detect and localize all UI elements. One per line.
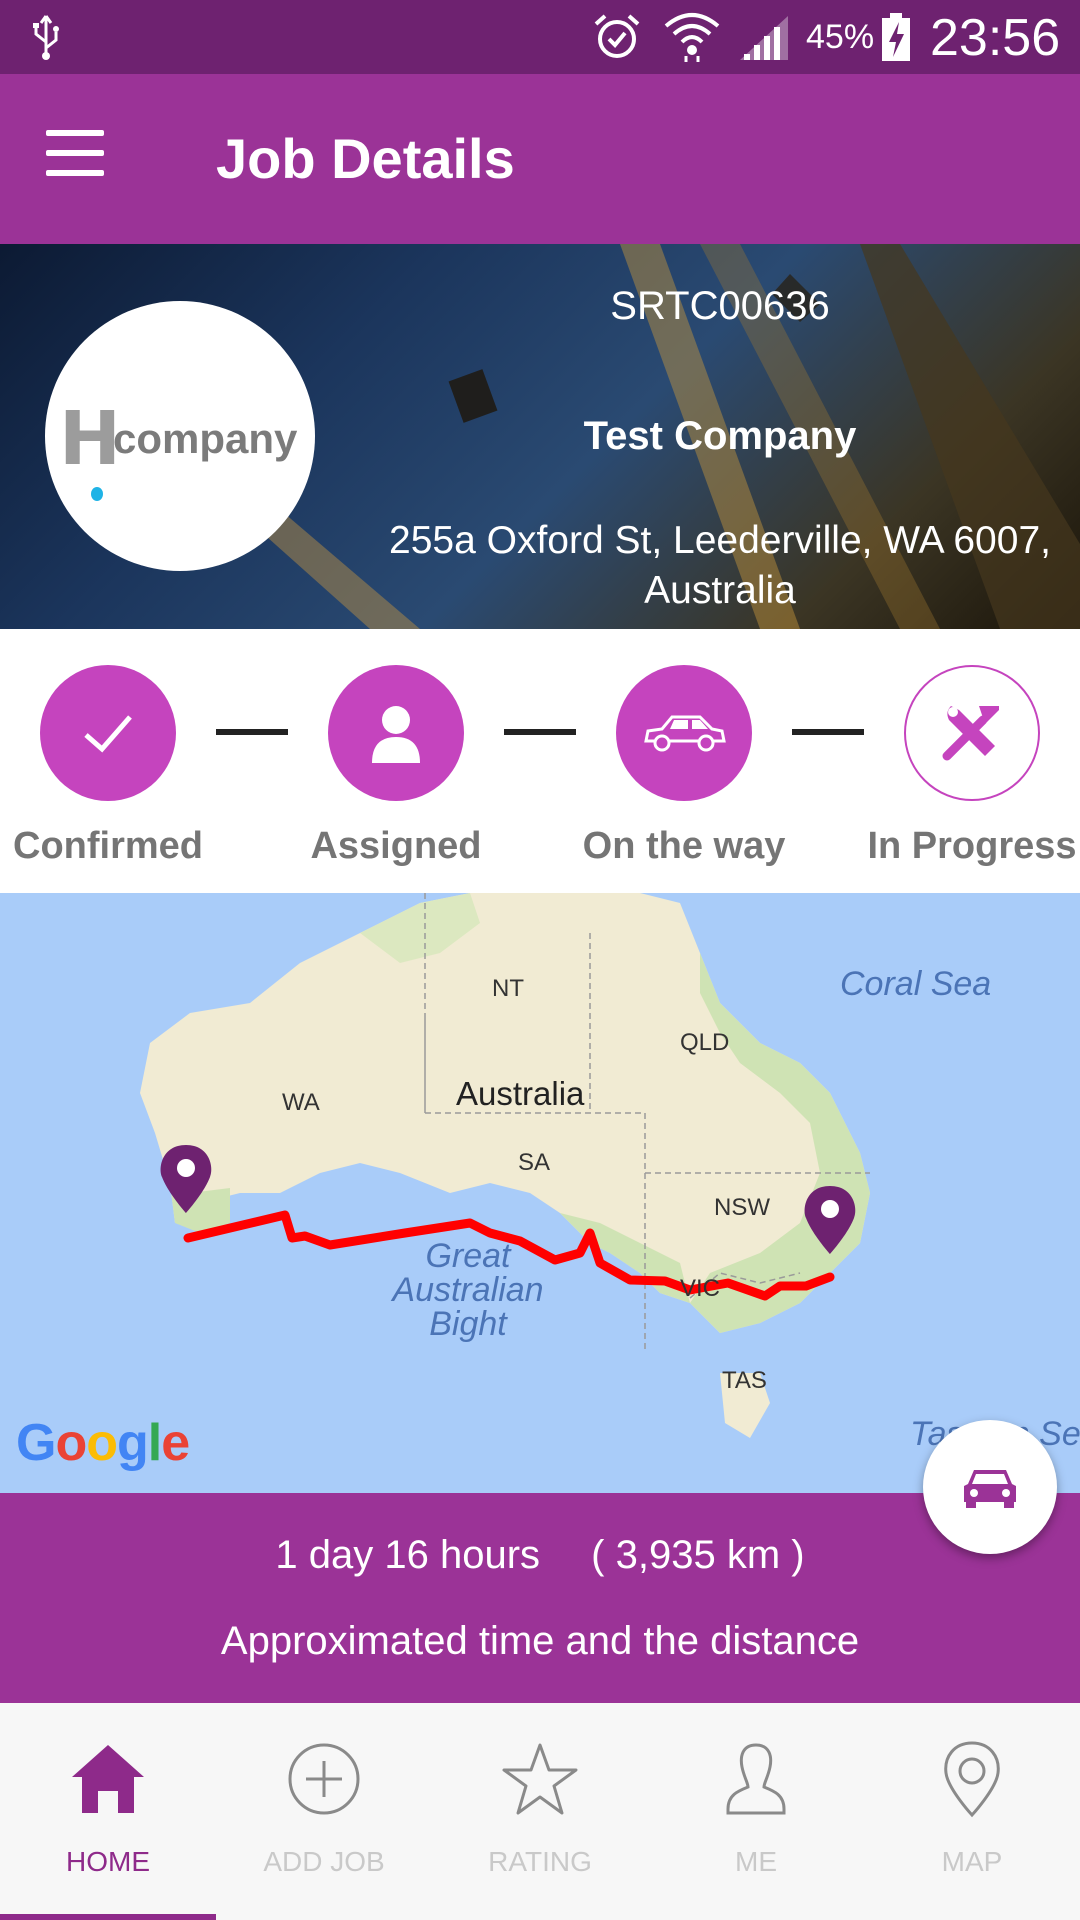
nav-add-job[interactable]: ADD JOB bbox=[216, 1739, 432, 1878]
nav-label: MAP bbox=[941, 1846, 1003, 1877]
alarm-icon bbox=[594, 14, 640, 58]
step-confirmed: Confirmed bbox=[0, 665, 228, 868]
app-bar: Job Details bbox=[0, 74, 1080, 244]
hamburger-menu-icon[interactable] bbox=[46, 130, 122, 188]
car-icon bbox=[964, 1470, 1016, 1508]
step-circle bbox=[328, 665, 464, 801]
person-icon bbox=[372, 706, 420, 763]
logo-letter: H bbox=[59, 396, 121, 482]
map-label-nsw: NSW bbox=[714, 1194, 770, 1221]
map-pin-icon bbox=[944, 1741, 1000, 1818]
nav-label: HOME bbox=[66, 1846, 150, 1877]
job-header-banner: H company SRTC00636 Test Company 255a Ox… bbox=[0, 244, 1080, 629]
signal-icon bbox=[740, 16, 788, 60]
step-label: Assigned bbox=[310, 825, 482, 867]
google-logo: Google bbox=[16, 1414, 190, 1472]
job-address: 255a Oxford St, Leederville, WA 6007, Au… bbox=[389, 519, 1051, 612]
step-circle bbox=[40, 665, 176, 801]
water-drop-icon bbox=[91, 487, 103, 501]
route-map[interactable]: NT QLD Australia WA SA NSW VIC TAS Coral… bbox=[0, 893, 1080, 1493]
nav-label: ME bbox=[735, 1846, 777, 1877]
map-label-vic: VIC bbox=[680, 1275, 721, 1302]
usb-icon bbox=[33, 15, 59, 60]
add-circle-icon bbox=[288, 1743, 360, 1815]
nav-home[interactable]: HOME bbox=[0, 1739, 216, 1878]
profile-icon bbox=[726, 1743, 786, 1815]
job-progress-steps: Confirmed Assigned On the way In Progres… bbox=[0, 629, 1080, 893]
step-label: Confirmed bbox=[13, 825, 203, 867]
clock: 23:56 bbox=[930, 9, 1061, 67]
map-label-bight: Great Australian Bight bbox=[392, 1237, 544, 1343]
step-circle bbox=[904, 665, 1040, 801]
nav-label: ADD JOB bbox=[263, 1846, 385, 1877]
map-label-tas: TAS bbox=[722, 1367, 767, 1394]
status-bar: 45% 23:56 bbox=[0, 0, 1080, 74]
step-assigned: Assigned bbox=[276, 665, 516, 868]
nav-map[interactable]: MAP bbox=[864, 1739, 1080, 1878]
map-label-sa: SA bbox=[518, 1149, 551, 1176]
map-label-wa: WA bbox=[282, 1089, 320, 1116]
eta-duration: 1 day 16 hours bbox=[275, 1533, 541, 1577]
company-name: Test Company bbox=[583, 414, 857, 458]
car-icon bbox=[644, 715, 726, 752]
step-label: On the way bbox=[582, 825, 786, 867]
nav-rating[interactable]: RATING bbox=[432, 1739, 648, 1878]
nav-label: RATING bbox=[488, 1846, 592, 1877]
eta-line: 1 day 16 hours ( 3,935 km ) bbox=[0, 1533, 1080, 1578]
page-title: Job Details bbox=[216, 127, 515, 190]
map-label-nt: NT bbox=[492, 975, 524, 1002]
step-on-the-way: On the way bbox=[564, 665, 804, 868]
battery-percent: 45% bbox=[806, 18, 875, 56]
tools-icon bbox=[942, 706, 999, 761]
nav-me[interactable]: ME bbox=[648, 1739, 864, 1878]
checkmark-icon bbox=[84, 715, 132, 753]
navigate-car-button[interactable] bbox=[923, 1420, 1057, 1554]
map-label-coral-sea: Coral Sea bbox=[840, 965, 992, 1003]
eta-distance: ( 3,935 km ) bbox=[591, 1533, 805, 1577]
step-label: In Progress bbox=[867, 825, 1077, 867]
map-label-qld: QLD bbox=[680, 1029, 730, 1056]
home-icon bbox=[72, 1745, 144, 1813]
eta-caption: Approximated time and the distance bbox=[220, 1619, 860, 1663]
map-label-country: Australia bbox=[456, 1075, 585, 1112]
eta-panel: 1 day 16 hours ( 3,935 km ) Approximated… bbox=[0, 1493, 1080, 1703]
step-in-progress: In Progress bbox=[852, 665, 1080, 868]
wifi-icon bbox=[664, 13, 720, 62]
logo-wordmark: company bbox=[113, 415, 298, 462]
job-id: SRTC00636 bbox=[610, 284, 830, 328]
step-circle bbox=[616, 665, 752, 801]
nav-active-indicator bbox=[0, 1914, 216, 1920]
bottom-navigation: HOME ADD JOB RATING ME MAP bbox=[0, 1703, 1080, 1920]
company-logo: H company bbox=[45, 301, 315, 571]
star-icon bbox=[502, 1743, 578, 1815]
battery-charging-icon bbox=[882, 13, 910, 61]
